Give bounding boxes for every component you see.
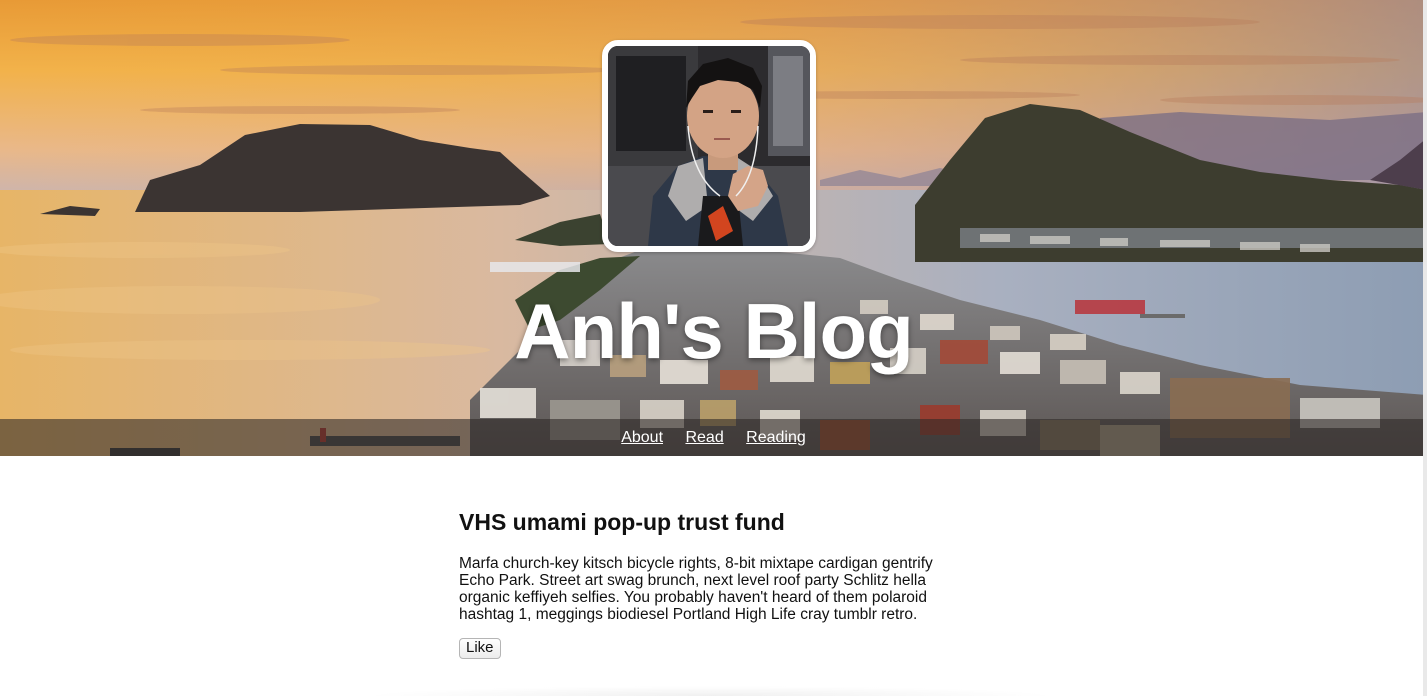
post-title: VHS umami pop-up trust fund [459,509,785,535]
blog-page: Anh's Blog About Read Reading VHS umami … [0,0,1427,696]
nav-link-read[interactable]: Read [685,419,723,456]
site-title: Anh's Blog [514,287,914,375]
main-nav: About Read Reading [0,419,1427,456]
profile-avatar [602,40,816,252]
blog-post: VHS umami pop-up trust fund Marfa church… [459,506,959,659]
scrollbar-track[interactable] [1423,0,1427,696]
nav-link-reading[interactable]: Reading [746,419,806,456]
content-shadow [360,686,1060,696]
hero-banner: Anh's Blog About Read Reading [0,0,1427,456]
post-body: Marfa church-key kitsch bicycle rights, … [459,555,933,623]
profile-photo [608,46,810,246]
nav-link-about[interactable]: About [621,419,663,456]
like-button[interactable]: Like [459,638,501,659]
